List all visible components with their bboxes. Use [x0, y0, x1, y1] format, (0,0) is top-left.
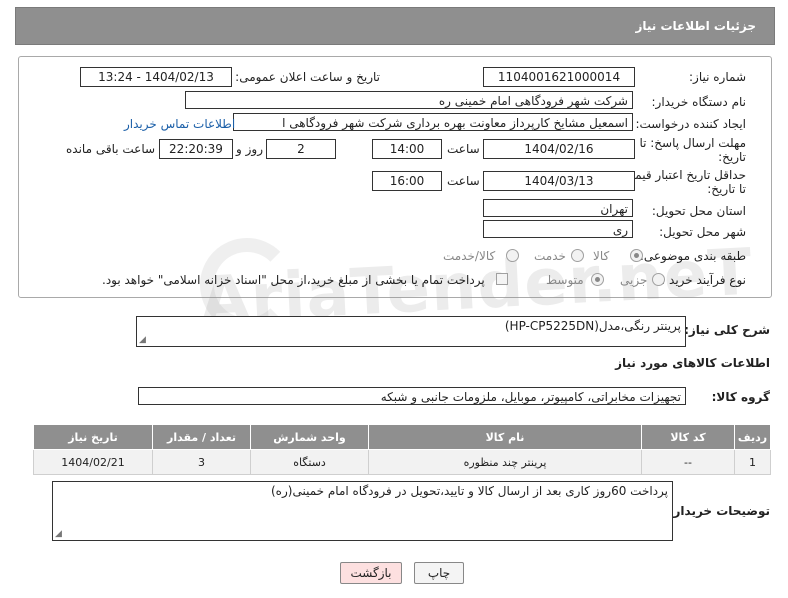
col-qty-header: تعداد / مقدار	[152, 424, 251, 450]
validity-time-label: ساعت	[447, 174, 480, 188]
cell-unit: دستگاه	[250, 449, 369, 475]
cell-row: 1	[734, 449, 771, 475]
resize-grip-icon: ◢	[139, 335, 146, 345]
deadline-label: مهلت ارسال پاسخ: تا	[639, 136, 746, 150]
requester-label: ایجاد کننده درخواست:	[635, 117, 746, 131]
deadline-time-label: ساعت	[447, 142, 480, 156]
deadline-label-2: تاریخ:	[718, 150, 746, 164]
col-code-header: کد کالا	[641, 424, 735, 450]
buyer-org-label: نام دستگاه خریدار:	[651, 95, 747, 109]
province-field: تهران	[483, 199, 633, 217]
need-number-field: 1104001621000014	[483, 67, 635, 87]
table-row: 1 -- پرینتر چند منظوره دستگاه 3 1404/02/…	[33, 449, 771, 475]
validity-time-field: 16:00	[372, 171, 442, 191]
process-option-medium: متوسط	[546, 273, 584, 287]
buyer-org-field: شرکت شهر فرودگاهی امام خمینی ره	[185, 91, 633, 109]
need-description-label: شرح کلی نیاز:	[684, 323, 770, 337]
category-option-both: کالا/خدمت	[443, 249, 496, 263]
col-unit-header: واحد شمارش	[250, 424, 369, 450]
goods-table: ردیف کد کالا نام کالا واحد شمارش تعداد /…	[33, 424, 771, 475]
process-radio-medium[interactable]	[591, 273, 604, 286]
price-validity-label: حداقل تاریخ اعتبار قیمت:	[619, 168, 746, 182]
time-remaining-label: ساعت باقی مانده	[66, 142, 156, 156]
goods-section-title: اطلاعات کالاهای مورد نیاز	[615, 356, 770, 370]
cell-date: 1404/02/21	[33, 449, 153, 475]
announce-label: تاریخ و ساعت اعلان عمومی:	[235, 70, 380, 84]
city-field: ری	[483, 220, 633, 238]
treasury-payment-checkbox[interactable]	[496, 273, 508, 285]
deadline-time-field: 14:00	[372, 139, 442, 159]
province-label: استان محل تحویل:	[651, 204, 746, 218]
buyer-notes-label: توضیحات خریدار:	[668, 504, 770, 518]
days-label: روز و	[236, 142, 263, 156]
buyer-notes-value: پرداخت 60روز کاری بعد از ارسال کالا و تا…	[271, 484, 668, 498]
page-header: جزئیات اطلاعات نیاز	[15, 7, 775, 45]
buyer-notes-field: پرداخت 60روز کاری بعد از ارسال کالا و تا…	[52, 481, 673, 541]
time-remaining-field: 22:20:39	[159, 139, 233, 159]
category-option-goods: کالا	[593, 249, 610, 263]
price-validity-label-2: تا تاریخ:	[707, 182, 746, 196]
announce-datetime-field: 1404/02/13 - 13:24	[80, 67, 232, 87]
col-name-header: نام کالا	[368, 424, 642, 450]
treasury-payment-note: پرداخت تمام یا بخشی از مبلغ خرید،از محل …	[102, 273, 485, 287]
back-button[interactable]: بازگشت	[340, 562, 402, 584]
city-label: شهر محل تحویل:	[659, 225, 746, 239]
need-description-value: پرینتر رنگی،مدل(HP-CP5225DN)	[504, 319, 681, 333]
col-date-header: تاریخ نیاز	[33, 424, 153, 450]
goods-group-label: گروه کالا:	[711, 390, 770, 404]
page-title: جزئیات اطلاعات نیاز	[635, 19, 756, 33]
process-option-minor: جزیی	[620, 273, 648, 287]
category-radio-service[interactable]	[571, 249, 584, 262]
process-radio-minor[interactable]	[652, 273, 665, 286]
cell-code: --	[641, 449, 735, 475]
category-radio-both[interactable]	[506, 249, 519, 262]
cell-name: پرینتر چند منظوره	[368, 449, 642, 475]
category-option-service: خدمت	[534, 249, 566, 263]
validity-date-field: 1404/03/13	[483, 171, 635, 191]
category-radio-goods[interactable]	[630, 249, 643, 262]
cell-qty: 3	[152, 449, 251, 475]
buyer-contact-link[interactable]: اطلاعات تماس خریدار	[124, 117, 235, 131]
deadline-date-field: 1404/02/16	[483, 139, 635, 159]
need-description-field: پرینتر رنگی،مدل(HP-CP5225DN) ◢	[136, 316, 686, 347]
days-remaining-field: 2	[266, 139, 336, 159]
process-type-label: نوع فرآیند خرید :	[661, 273, 746, 287]
goods-group-field: تجهیزات مخابراتی، کامپیوتر، موبایل، ملزو…	[138, 387, 686, 405]
resize-grip-icon: ◢	[55, 529, 62, 539]
table-header-row: ردیف کد کالا نام کالا واحد شمارش تعداد /…	[33, 424, 771, 450]
category-label: طبقه بندی موضوعی:	[639, 249, 746, 263]
requester-field: اسمعیل مشایخ کارپرداز معاونت بهره برداری…	[233, 113, 633, 131]
print-button[interactable]: چاپ	[414, 562, 464, 584]
need-number-label: شماره نیاز:	[689, 70, 746, 84]
col-row-header: ردیف	[734, 424, 771, 450]
